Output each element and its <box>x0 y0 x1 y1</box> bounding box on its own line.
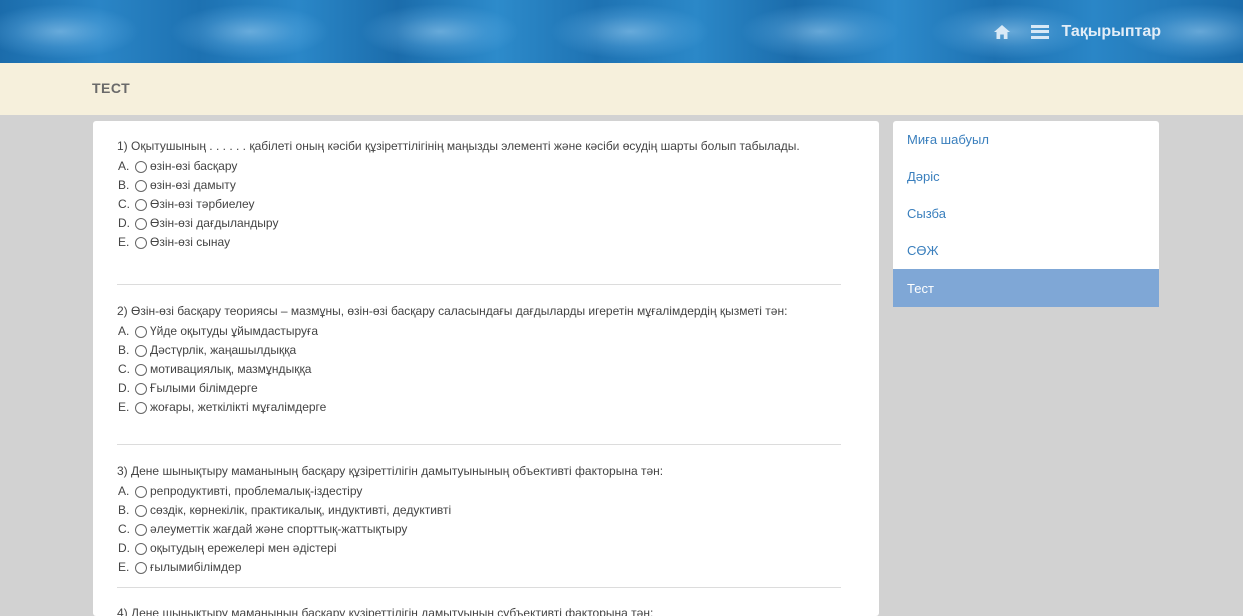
option-letter: A. <box>118 324 130 338</box>
answer-option[interactable]: D. оқытудың ережелері мен әдістері <box>117 539 841 558</box>
home-icon[interactable] <box>991 21 1013 43</box>
question-divider <box>117 284 841 285</box>
option-text: әлеуметтік жағдай және спорттық-жаттықты… <box>150 522 408 536</box>
option-text: өзін-өзі басқару <box>150 159 238 173</box>
option-text: репродуктивті, проблемалық-іздестіру <box>150 484 363 498</box>
radio-button[interactable] <box>135 198 147 211</box>
option-text: мотивациялық, мазмұндыққа <box>150 362 312 376</box>
question-text: 1) Оқытушының . . . . . . қабілеті оның … <box>117 139 800 153</box>
nav-menu: Тақырыптар <box>991 0 1243 63</box>
option-text: өзін-өзі дамыту <box>150 178 236 192</box>
sidebar-item-brainstorm[interactable]: Миға шабуыл <box>893 121 1159 158</box>
answer-option[interactable]: D. Өзін-өзі дағдыландыру <box>117 214 841 233</box>
topic-sidebar: Миға шабуыл Дәріс Сызба СӨЖ Тест <box>893 121 1159 307</box>
radio-button[interactable] <box>135 485 147 498</box>
radio-button[interactable] <box>135 363 147 376</box>
option-letter: D. <box>118 541 130 555</box>
radio-button[interactable] <box>135 504 147 517</box>
option-letter: C. <box>118 197 130 211</box>
question-2: 2) Өзін-өзі басқару теориясы – мазмұны, … <box>117 304 841 417</box>
question-divider <box>117 587 841 588</box>
answer-option[interactable]: C. мотивациялық, мазмұндыққа <box>117 360 841 379</box>
option-text: Дәстүрлік, жаңашылдыққа <box>150 343 297 357</box>
radio-button[interactable] <box>135 561 147 574</box>
option-text: Өзін-өзі тәрбиелеу <box>150 197 255 211</box>
question-text: 3) Дене шынықтыру маманының басқару құзі… <box>117 464 664 478</box>
option-text: Өзін-өзі дағдыландыру <box>150 216 279 230</box>
sidebar-item-independent-work[interactable]: СӨЖ <box>893 232 1159 269</box>
banner-decoration <box>360 4 520 59</box>
banner-decoration <box>0 4 140 59</box>
option-text: жоғары, жеткілікті мұғалімдерге <box>150 400 327 414</box>
question-4: 4) Дене шынықтыру маманының басқару құзі… <box>117 606 841 616</box>
answer-option[interactable]: B. Дәстүрлік, жаңашылдыққа <box>117 341 841 360</box>
option-text: Өзін-өзі сынау <box>150 235 231 249</box>
page-title: ТЕСТ <box>92 80 131 96</box>
radio-button[interactable] <box>135 160 147 173</box>
radio-button[interactable] <box>135 325 147 338</box>
test-card: 1) Оқытушының . . . . . . қабілеті оның … <box>93 121 879 616</box>
question-3: 3) Дене шынықтыру маманының басқару құзі… <box>117 464 841 577</box>
radio-button[interactable] <box>135 236 147 249</box>
answer-option[interactable]: B. сөздік, көрнекілік, практикалық, индук… <box>117 501 841 520</box>
answer-option[interactable]: C. әлеуметтік жағдай және спорттық-жаттық… <box>117 520 841 539</box>
topics-menu-button[interactable]: Тақырыптар <box>1031 0 1243 63</box>
option-letter: B. <box>118 503 130 517</box>
banner-decoration <box>740 4 900 59</box>
hamburger-icon <box>1031 24 1050 39</box>
answer-option[interactable]: D. Ғылыми білімдерге <box>117 379 841 398</box>
option-text: оқытудың ережелері мен әдістері <box>150 541 337 555</box>
answer-option[interactable]: C. Өзін-өзі тәрбиелеу <box>117 195 841 214</box>
topics-label: Тақырыптар <box>1061 22 1161 40</box>
option-letter: E. <box>118 400 130 414</box>
option-letter: D. <box>118 216 130 230</box>
option-letter: E. <box>118 560 130 574</box>
question-divider <box>117 444 841 445</box>
question-1: 1) Оқытушының . . . . . . қабілеті оның … <box>117 139 841 252</box>
title-bar <box>0 63 1243 115</box>
option-text: ғылымибілімдер <box>150 560 242 574</box>
answer-option[interactable]: A. өзін-өзі басқару <box>117 157 841 176</box>
radio-button[interactable] <box>135 401 147 414</box>
sidebar-item-diagram[interactable]: Сызба <box>893 195 1159 232</box>
option-letter: D. <box>118 381 130 395</box>
answer-option[interactable]: A. Үйде оқытуды ұйымдастыруға <box>117 322 841 341</box>
option-letter: C. <box>118 522 130 536</box>
radio-button[interactable] <box>135 344 147 357</box>
banner-decoration <box>170 4 330 59</box>
option-letter: A. <box>118 484 130 498</box>
answer-option[interactable]: E. жоғары, жеткілікті мұғалімдерге <box>117 398 841 417</box>
question-text: 2) Өзін-өзі басқару теориясы – мазмұны, … <box>117 304 788 318</box>
top-navbar: Тақырыптар <box>0 0 1243 63</box>
option-letter: C. <box>118 362 130 376</box>
question-text: 4) Дене шынықтыру маманының басқару құзі… <box>117 606 654 616</box>
option-text: Үйде оқытуды ұйымдастыруға <box>150 324 319 338</box>
option-letter: A. <box>118 159 130 173</box>
sidebar-item-lecture[interactable]: Дәріс <box>893 158 1159 195</box>
radio-button[interactable] <box>135 217 147 230</box>
sidebar-item-test[interactable]: Тест <box>893 269 1159 307</box>
radio-button[interactable] <box>135 382 147 395</box>
radio-button[interactable] <box>135 523 147 536</box>
option-letter: B. <box>118 343 130 357</box>
answer-option[interactable]: E. Өзін-өзі сынау <box>117 233 841 252</box>
answer-option[interactable]: A. репродуктивті, проблемалық-іздестіру <box>117 482 841 501</box>
option-text: сөздік, көрнекілік, практикалық, индукти… <box>150 503 452 517</box>
option-letter: E. <box>118 235 130 249</box>
banner-decoration <box>550 4 710 59</box>
radio-button[interactable] <box>135 542 147 555</box>
radio-button[interactable] <box>135 179 147 192</box>
answer-option[interactable]: B. өзін-өзі дамыту <box>117 176 841 195</box>
answer-option[interactable]: E. ғылымибілімдер <box>117 558 841 577</box>
option-letter: B. <box>118 178 130 192</box>
option-text: Ғылыми білімдерге <box>150 381 258 395</box>
